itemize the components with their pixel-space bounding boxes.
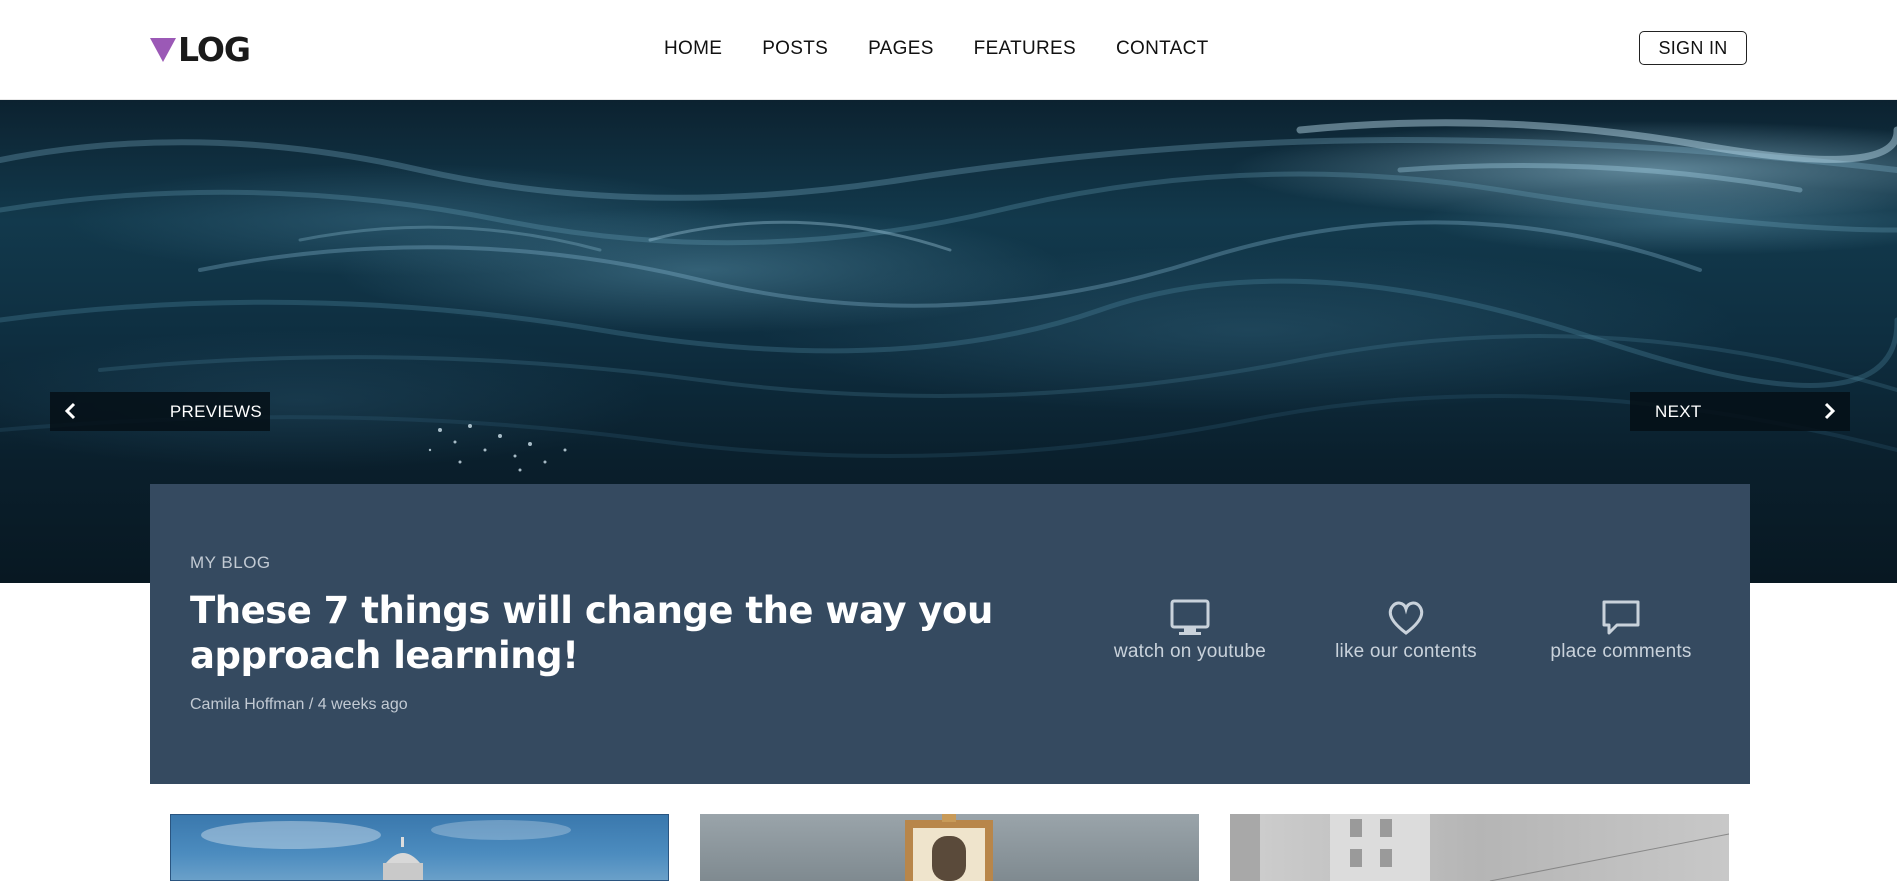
like-contents-label: like our contents	[1335, 641, 1477, 662]
domed-building-image	[201, 820, 571, 880]
nav-posts[interactable]: POSTS	[762, 38, 828, 60]
meta-separator: /	[308, 696, 314, 713]
post-category[interactable]: MY BLOG	[190, 553, 271, 573]
post-time: 4 weeks ago	[317, 696, 408, 713]
next-slide-button[interactable]: NEXT	[1630, 392, 1850, 431]
site-logo[interactable]: LOG	[150, 30, 251, 69]
post-thumbnail-1[interactable]	[170, 814, 669, 881]
ornate-tower-image	[905, 814, 993, 881]
post-meta: Camila Hoffman / 4 weeks ago	[190, 696, 408, 714]
post-thumbnail-2[interactable]	[700, 814, 1199, 881]
place-comments-link[interactable]: place comments	[1536, 599, 1706, 663]
like-contents-link[interactable]: like our contents	[1321, 599, 1491, 663]
site-header: LOG HOME POSTS PAGES FEATURES CONTACT SI…	[0, 0, 1897, 100]
triangle-logo-icon	[150, 38, 176, 62]
heart-icon	[1388, 601, 1424, 635]
comment-icon	[1602, 600, 1640, 635]
monitor-icon	[1170, 599, 1210, 635]
place-comments-label: place comments	[1550, 641, 1692, 662]
main-nav: HOME POSTS PAGES FEATURES CONTACT	[664, 38, 1249, 60]
logo-text: LOG	[178, 30, 251, 69]
post-author[interactable]: Camila Hoffman	[190, 696, 304, 713]
nav-features[interactable]: FEATURES	[974, 38, 1076, 60]
featured-post-card: MY BLOG These 7 things will change the w…	[150, 484, 1750, 784]
next-label: NEXT	[1655, 401, 1702, 421]
nav-home[interactable]: HOME	[664, 38, 722, 60]
post-title[interactable]: These 7 things will change the way you a…	[190, 588, 1010, 678]
nav-pages[interactable]: PAGES	[868, 38, 934, 60]
previous-label: PREVIEWS	[169, 401, 262, 421]
chevron-left-icon	[64, 402, 76, 420]
nav-contact[interactable]: CONTACT	[1116, 38, 1209, 60]
watch-on-youtube-label: watch on youtube	[1113, 641, 1267, 662]
sign-in-button[interactable]: SIGN IN	[1639, 31, 1747, 65]
chevron-right-icon	[1824, 402, 1836, 420]
building-facade-image	[1230, 814, 1729, 881]
watch-on-youtube-link[interactable]: watch on youtube	[1105, 599, 1275, 663]
previous-slide-button[interactable]: PREVIEWS	[50, 392, 270, 431]
post-thumbnail-3[interactable]	[1230, 814, 1729, 881]
